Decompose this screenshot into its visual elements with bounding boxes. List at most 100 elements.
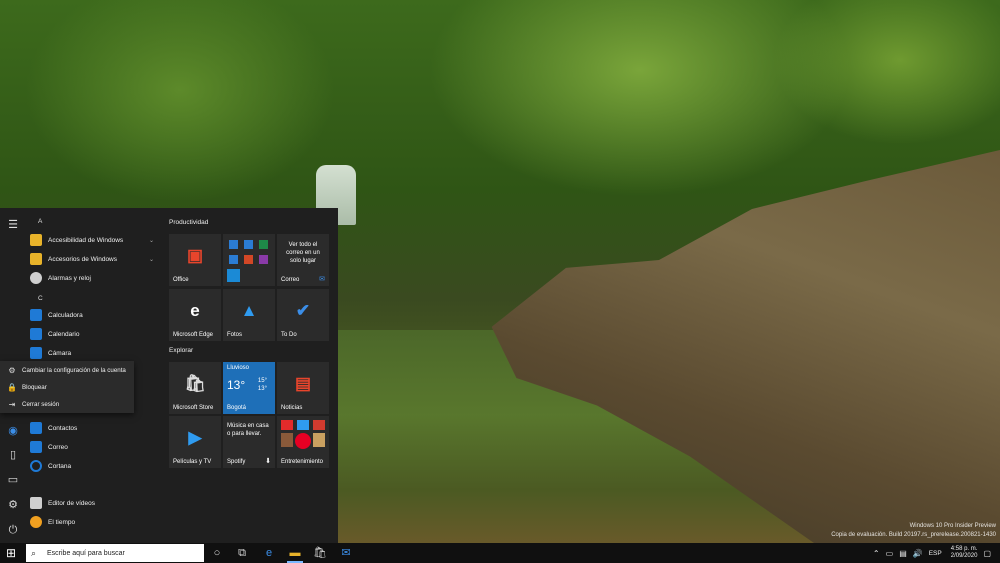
- network-icon[interactable]: ▤: [899, 549, 907, 558]
- app-label: Calculadora: [48, 311, 83, 319]
- hamburger-icon[interactable]: ☰: [6, 218, 20, 232]
- tile-label: Microsoft Store: [173, 405, 214, 411]
- volume-icon[interactable]: 🔊: [913, 549, 923, 558]
- store-icon: 🛍: [184, 373, 206, 393]
- search-placeholder: Escribe aquí para buscar: [47, 549, 125, 557]
- system-tray: ⌃ ▭ ▤ 🔊 ESP 4:58 p. m. 2/09/2020 ▢: [870, 545, 994, 561]
- notification-icon[interactable]: ▢: [983, 549, 991, 558]
- folder-icon: [30, 234, 42, 246]
- tile-noticias[interactable]: ▤ Noticias: [277, 362, 329, 414]
- lock-icon: 🔒: [7, 383, 17, 392]
- app-label: Contactos: [48, 424, 78, 432]
- tile-label: Office: [173, 277, 189, 283]
- app-cortana[interactable]: Cortana: [30, 457, 160, 475]
- clock-date: 2/09/2020: [950, 553, 978, 559]
- group-explorar[interactable]: Explorar: [169, 347, 193, 354]
- app-label: El tiempo: [48, 518, 76, 526]
- cortana-icon: [30, 460, 42, 472]
- tile-office-apps[interactable]: [223, 234, 275, 286]
- store-icon[interactable]: 🛍: [312, 545, 328, 561]
- app-correo[interactable]: Correo: [30, 438, 160, 456]
- search-box[interactable]: ⌕ Escribe aquí para buscar: [26, 544, 204, 562]
- film-icon: ▶: [188, 427, 202, 447]
- app-el-tiempo[interactable]: El tiempo: [30, 513, 160, 531]
- user-icon[interactable]: ◉: [6, 424, 20, 438]
- app-label: Accesibilidad de Windows: [48, 236, 124, 244]
- tile-todo[interactable]: ✔ To Do: [277, 289, 329, 341]
- watermark-line-1: Windows 10 Pro Insider Preview: [909, 523, 996, 529]
- tile-label: Entretenimiento: [281, 459, 324, 465]
- app-camara[interactable]: Cámara: [30, 344, 160, 362]
- onenote-icon: [259, 255, 268, 264]
- app-label: Cortana: [48, 462, 72, 470]
- letter-header-c[interactable]: C: [38, 295, 43, 302]
- tile-peliculas[interactable]: ▶ Películas y TV: [169, 416, 221, 468]
- tile-weather[interactable]: Lluvioso 13° 15° 13° Bogotá: [223, 362, 275, 414]
- app-calculadora[interactable]: Calculadora: [30, 306, 160, 324]
- correo-promo: Ver todo el correo en un solo lugar: [286, 242, 320, 264]
- app-editor-videos[interactable]: Editor de vídeos: [30, 494, 160, 512]
- taskbar: ⊞ ⌕ Escribe aquí para buscar ○ ⧉ e ▬ 🛍 ✉…: [0, 543, 1000, 563]
- app-alarmas[interactable]: Alarmas y reloj: [30, 269, 160, 287]
- flyout-label: Cambiar la configuración de la cuenta: [22, 367, 126, 374]
- app-contactos[interactable]: Contactos: [30, 419, 160, 437]
- tile-label: Películas y TV: [173, 459, 212, 465]
- cortana-icon[interactable]: ○: [209, 545, 225, 561]
- powerpoint-icon: [244, 255, 253, 264]
- mail-icon: ✉: [319, 276, 325, 283]
- lock-button[interactable]: 🔒 Bloquear: [0, 379, 134, 396]
- app-label: Correo: [48, 443, 68, 451]
- app-calendario[interactable]: Calendario: [30, 325, 160, 343]
- group-productividad[interactable]: Productividad: [169, 219, 208, 226]
- clock[interactable]: 4:58 p. m. 2/09/2020: [951, 546, 978, 561]
- sign-out-button[interactable]: ⇥ Cerrar sesión: [0, 396, 134, 413]
- account-settings-icon: ⚙: [8, 366, 16, 375]
- watermark-line-2: Copia de evaluación. Build 20197.rs_prer…: [831, 532, 996, 538]
- tile-office[interactable]: ▣ Office: [169, 234, 221, 286]
- spotify-promo: Música en casa o para llevar.: [227, 423, 269, 437]
- tile-store[interactable]: 🛍 Microsoft Store: [169, 362, 221, 414]
- pictures-icon[interactable]: ▭: [6, 473, 20, 487]
- app-thumb-icon: [313, 433, 325, 447]
- skype-icon: [227, 269, 240, 282]
- clock-icon: [30, 272, 42, 284]
- file-explorer-icon[interactable]: ▬: [287, 545, 303, 561]
- office-icon: ▣: [186, 245, 204, 265]
- app-accesibilidad[interactable]: Accesibilidad de Windows ⌄: [30, 231, 160, 249]
- outlook-icon: [229, 240, 238, 249]
- document-icon[interactable]: ▯: [6, 448, 20, 462]
- checkmark-icon: ✔: [295, 300, 311, 320]
- battery-icon[interactable]: ▭: [886, 549, 894, 558]
- mail-icon[interactable]: ✉: [338, 545, 354, 561]
- language-indicator[interactable]: ESP: [929, 550, 942, 557]
- app-thumb-icon: [313, 420, 325, 430]
- tile-entretenimiento[interactable]: Entretenimiento: [277, 416, 329, 468]
- tiles-panel: Productividad ▣ Office Ver todo el corre…: [162, 208, 338, 543]
- app-label: Alarmas y reloj: [48, 274, 91, 282]
- flyout-label: Cerrar sesión: [22, 401, 60, 408]
- task-view-icon[interactable]: ⧉: [234, 545, 250, 561]
- calculator-icon: [30, 309, 42, 321]
- photos-icon: ▲: [240, 300, 258, 320]
- app-label: Accesorios de Windows: [48, 255, 117, 263]
- tile-label: Microsoft Edge: [173, 332, 214, 338]
- tile-edge[interactable]: e Microsoft Edge: [169, 289, 221, 341]
- evaluation-watermark: Windows 10 Pro Insider Preview Copia de …: [816, 522, 996, 540]
- chevron-up-icon[interactable]: ⌃: [873, 549, 880, 558]
- news-icon: ▤: [294, 373, 312, 393]
- tile-fotos[interactable]: ▲ Fotos: [223, 289, 275, 341]
- edge-icon: e: [190, 300, 200, 320]
- app-accesorios[interactable]: Accesorios de Windows ⌄: [30, 250, 160, 268]
- power-icon[interactable]: ⏻: [6, 523, 20, 537]
- windows-start-icon[interactable]: ⊞: [4, 546, 18, 560]
- tile-spotify[interactable]: Música en casa o para llevar. Spotify ⬇: [223, 416, 275, 468]
- sign-out-icon: ⇥: [8, 400, 16, 409]
- settings-icon[interactable]: ⚙: [6, 498, 20, 512]
- video-editor-icon: [30, 497, 42, 509]
- contacts-icon: [30, 422, 42, 434]
- tile-correo[interactable]: Ver todo el correo en un solo lugar Corr…: [277, 234, 329, 286]
- app-label: Calendario: [48, 330, 80, 338]
- edge-icon[interactable]: e: [261, 545, 277, 561]
- letter-header-a[interactable]: A: [38, 218, 42, 225]
- change-account-settings[interactable]: ⚙ Cambiar la configuración de la cuenta: [0, 362, 134, 379]
